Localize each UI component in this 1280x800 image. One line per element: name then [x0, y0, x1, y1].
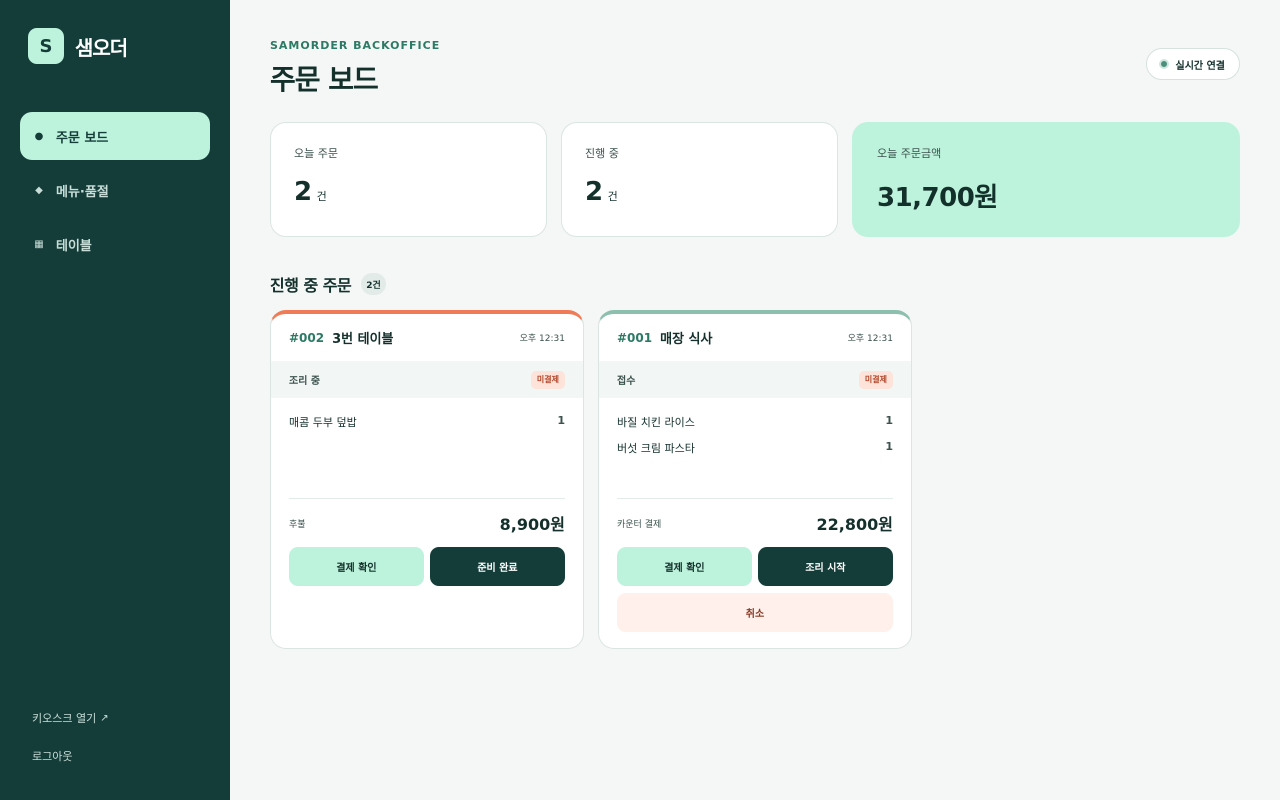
sidebar-item-menu-soldout[interactable]: ◆ 메뉴·품절: [20, 166, 210, 214]
brand-logo-icon: S: [28, 28, 64, 64]
stat-label: 진행 중: [585, 147, 619, 160]
item-qty: 1: [885, 414, 893, 427]
order-status-row: 조리 중 미결제: [271, 361, 583, 398]
stat-value: 2: [585, 177, 603, 207]
order-card-header: #002 3번 테이블 오후 12:31: [271, 314, 583, 361]
section-header: 진행 중 주문 2건: [270, 272, 386, 296]
cancel-order-button[interactable]: 취소: [617, 593, 893, 632]
page-title: 주문 보드: [270, 63, 379, 96]
order-time: 오후 12:31: [847, 334, 893, 344]
sidebar-item-label: 주문 보드: [56, 130, 109, 146]
item-qty: 1: [885, 440, 893, 453]
start-cooking-button[interactable]: 조리 시작: [758, 547, 893, 586]
open-kiosk-label: 키오스크 열기: [32, 712, 97, 725]
brand[interactable]: S 샘오더: [28, 28, 128, 64]
sidebar-item-tables[interactable]: ▦ 테이블: [20, 220, 210, 268]
ready-complete-button[interactable]: 준비 완료: [430, 547, 565, 586]
order-card-footer: 후불 8,900원: [289, 498, 565, 535]
order-time: 오후 12:31: [519, 334, 565, 344]
live-connection-status: 실시간 연결: [1145, 48, 1240, 80]
page-eyebrow: SAMORDER BACKOFFICE: [270, 39, 441, 52]
stat-value: 2: [294, 177, 312, 207]
confirm-payment-button[interactable]: 결제 확인: [617, 547, 752, 586]
order-card: #002 3번 테이블 오후 12:31 조리 중 미결제 매콤 두부 덮밥 1…: [270, 310, 584, 649]
order-card-footer: 카운터 결제 22,800원: [617, 498, 893, 535]
item-qty: 1: [557, 414, 565, 427]
open-kiosk-link[interactable]: 키오스크 열기 ↗: [32, 710, 109, 726]
brand-name: 샘오더: [75, 35, 128, 60]
stat-unit: 건: [316, 190, 327, 203]
stat-card-in-progress: 진행 중 2 건: [561, 122, 838, 237]
stat-card-today-revenue: 오늘 주문금액 31,700원: [852, 122, 1240, 237]
live-status-label: 실시간 연결: [1175, 60, 1225, 72]
order-count-badge: 2건: [361, 273, 386, 295]
order-item: 버섯 크림 파스타 1: [617, 440, 893, 456]
order-items: 바질 치킨 라이스 1 버섯 크림 파스타 1: [599, 398, 911, 498]
order-item: 매콤 두부 덮밥 1: [289, 414, 565, 430]
stat-unit: 건: [607, 190, 618, 203]
unpaid-badge: 미결제: [530, 370, 565, 389]
item-name: 바질 치킨 라이스: [617, 416, 695, 429]
grid-icon: ▦: [34, 238, 44, 250]
payment-method: 후불: [289, 519, 306, 530]
order-actions: 결제 확인 조리 시작: [617, 547, 893, 586]
live-dot-icon: [1158, 59, 1169, 69]
sidebar-item-order-board[interactable]: ● 주문 보드: [20, 112, 210, 160]
stat-card-today-orders: 오늘 주문 2 건: [270, 122, 547, 237]
diamond-icon: ◆: [35, 184, 43, 196]
order-number: #002: [289, 330, 325, 345]
order-status-row: 접수 미결제: [599, 361, 911, 398]
stat-label: 오늘 주문: [294, 147, 338, 160]
unpaid-badge: 미결제: [858, 370, 893, 389]
main-content: SAMORDER BACKOFFICE 주문 보드 실시간 연결 오늘 주문 2…: [270, 0, 1240, 800]
logout-link[interactable]: 로그아웃: [32, 748, 109, 764]
order-item: 바질 치킨 라이스 1: [617, 414, 893, 430]
sidebar-item-label: 메뉴·품절: [56, 184, 109, 200]
section-title: 진행 중 주문: [270, 276, 352, 295]
sidebar-nav: ● 주문 보드 ◆ 메뉴·품절 ▦ 테이블: [20, 112, 210, 274]
order-number: #001: [617, 330, 653, 345]
confirm-payment-button[interactable]: 결제 확인: [289, 547, 424, 586]
order-items: 매콤 두부 덮밥 1: [271, 398, 583, 498]
order-status: 조리 중: [289, 376, 321, 387]
order-actions: 결제 확인 준비 완료: [289, 547, 565, 586]
stat-value: 31,700원: [877, 183, 998, 213]
stat-label: 오늘 주문금액: [877, 147, 942, 160]
order-total: 8,900원: [499, 515, 565, 534]
order-card: #001 매장 식사 오후 12:31 접수 미결제 바질 치킨 라이스 1 버…: [598, 310, 912, 649]
dot-icon: ●: [34, 130, 44, 142]
external-link-icon: ↗: [100, 712, 109, 724]
order-name: 3번 테이블: [332, 332, 394, 347]
order-status: 접수: [617, 376, 636, 387]
item-name: 버섯 크림 파스타: [617, 442, 695, 455]
order-card-header: #001 매장 식사 오후 12:31: [599, 314, 911, 361]
sidebar-footer: 키오스크 열기 ↗ 로그아웃: [32, 710, 109, 786]
sidebar: S 샘오더 ● 주문 보드 ◆ 메뉴·품절 ▦ 테이블 키오스크 열기 ↗ 로그…: [0, 0, 230, 800]
item-name: 매콤 두부 덮밥: [289, 416, 357, 429]
sidebar-item-label: 테이블: [56, 238, 92, 254]
payment-method: 카운터 결제: [617, 519, 662, 530]
order-name: 매장 식사: [660, 332, 713, 347]
stats-row: 오늘 주문 2 건 진행 중 2 건 오늘 주문금액 31,700원: [270, 122, 1240, 237]
order-total: 22,800원: [816, 515, 893, 534]
